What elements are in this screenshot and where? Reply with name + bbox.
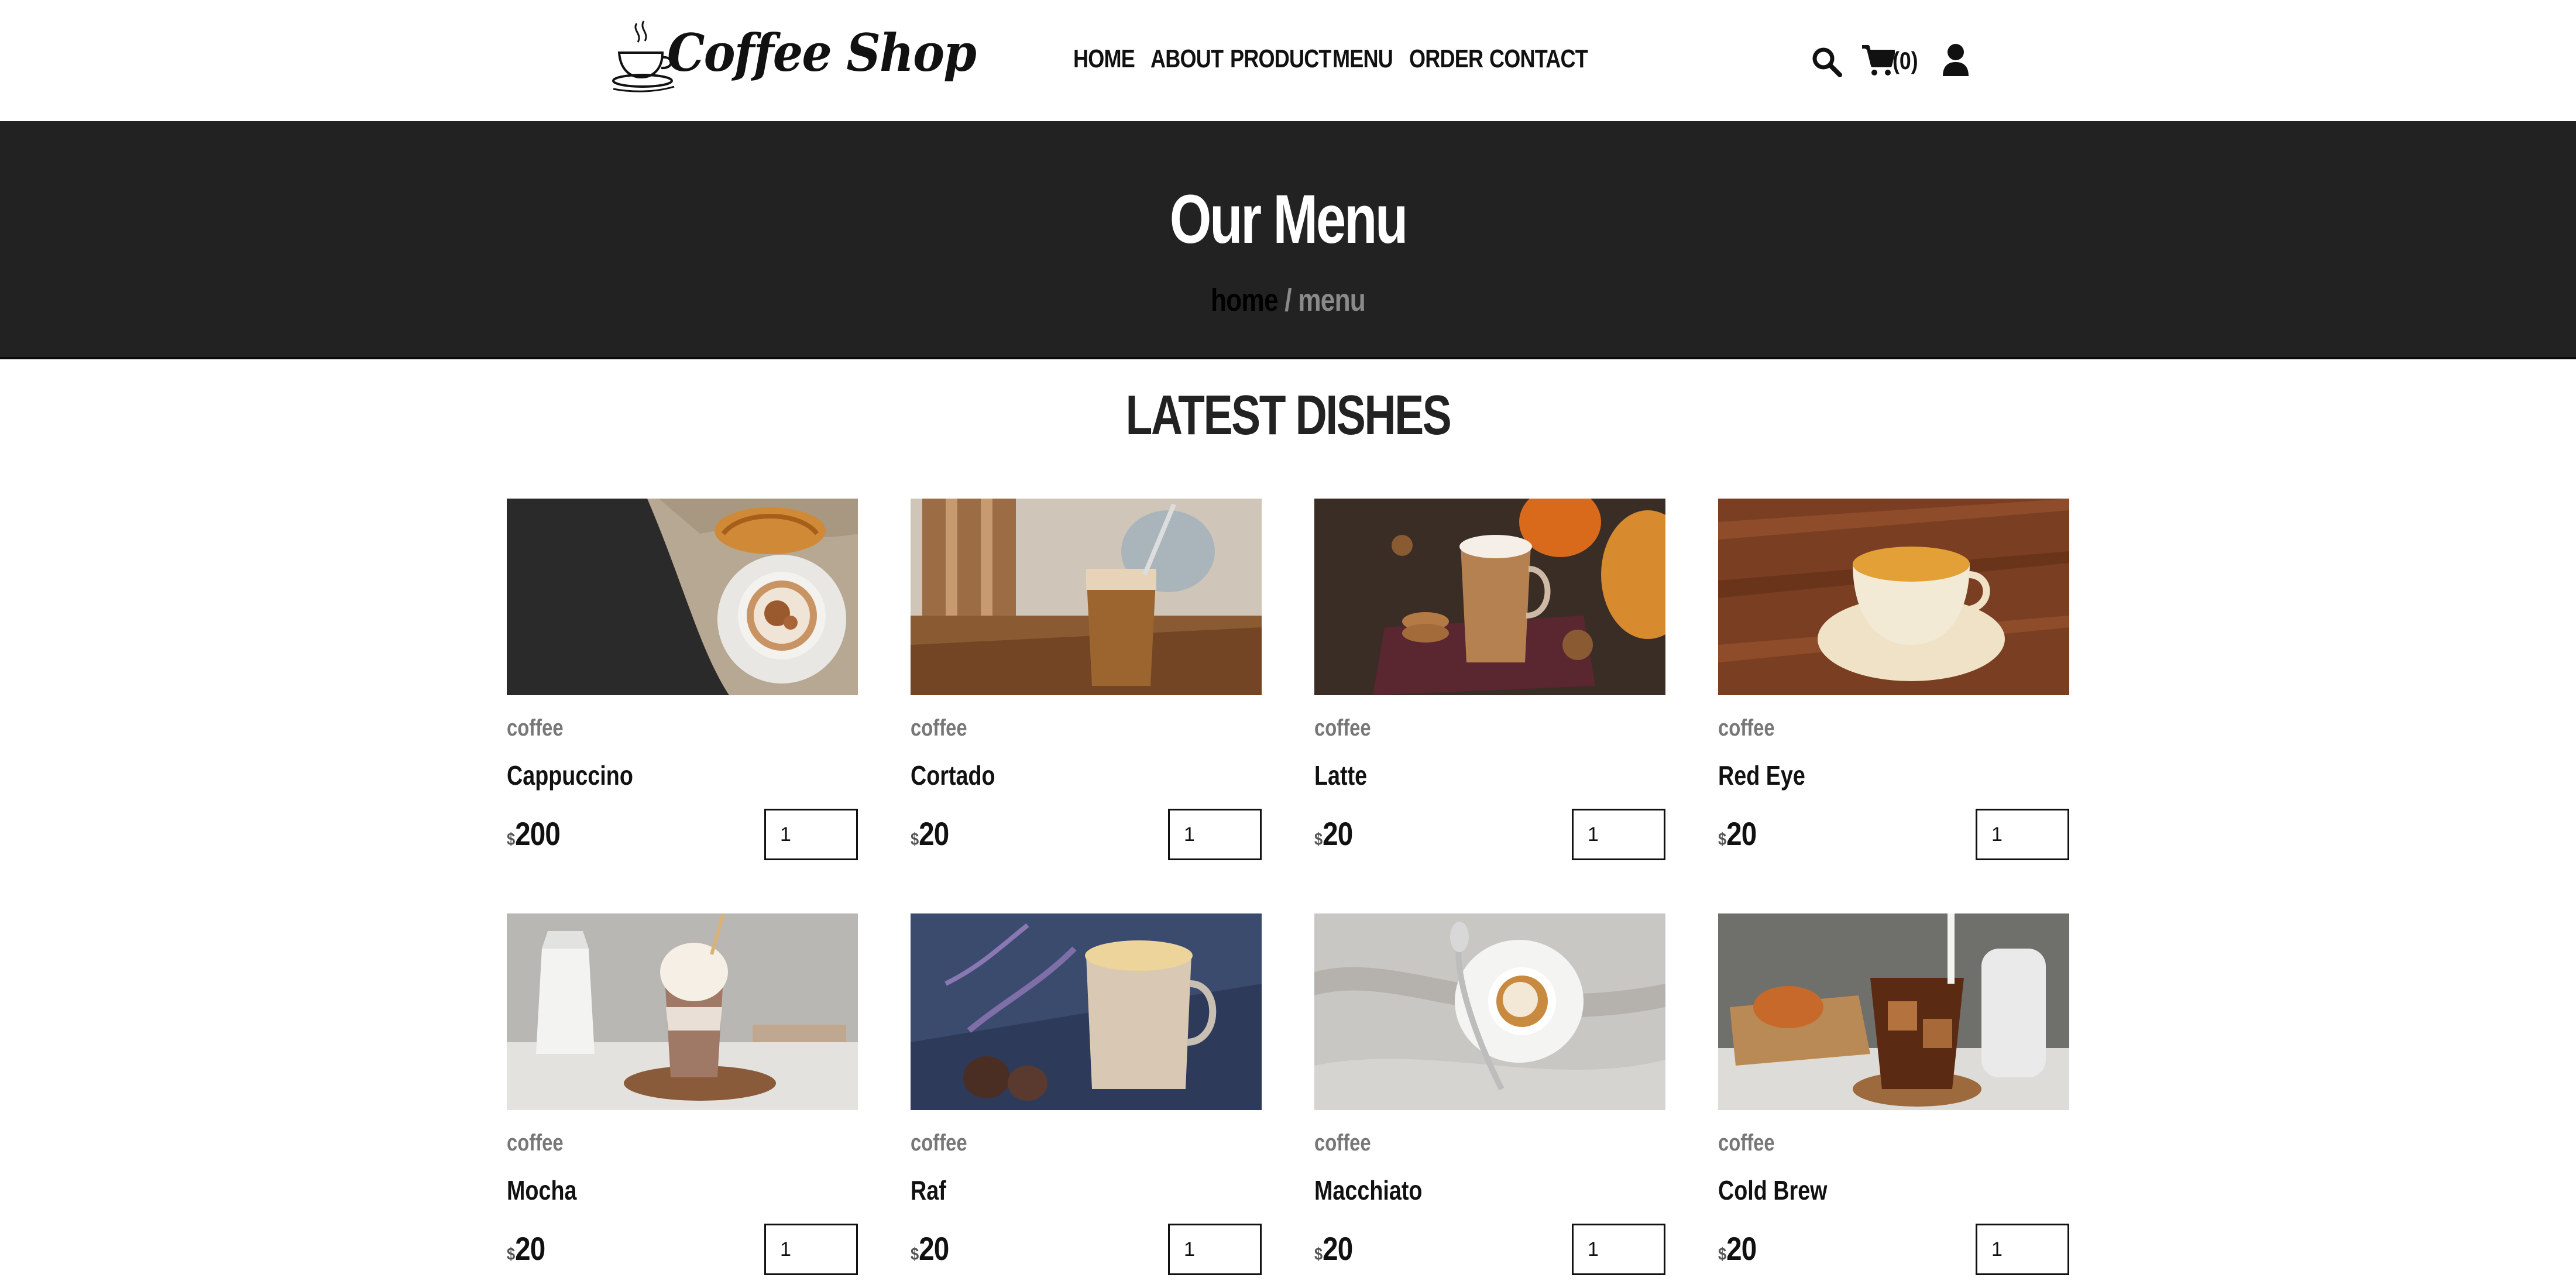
quantity-input[interactable] — [1572, 1224, 1665, 1275]
product-price: $20 — [1718, 815, 1757, 853]
price-currency: $ — [911, 830, 919, 849]
product-name[interactable]: Cappuccino — [507, 760, 633, 791]
price-currency: $ — [911, 1245, 919, 1264]
product-image[interactable] — [911, 913, 1262, 1110]
section-title: LATEST DISHES — [1125, 384, 1452, 446]
breadcrumb-separator: / — [1277, 283, 1299, 318]
product-price: $20 — [911, 815, 949, 853]
product-card: coffee Cold Brew $20 — [1718, 913, 2069, 1288]
product-price: $200 — [507, 815, 561, 853]
price-amount: 20 — [1726, 1230, 1757, 1267]
product-price: $20 — [1314, 1229, 1353, 1268]
price-amount: 20 — [1323, 815, 1353, 852]
page-banner: Our Menu home / menu — [0, 121, 2576, 359]
price-currency: $ — [1314, 1245, 1323, 1264]
nav-order[interactable]: ORDER — [1409, 44, 1483, 74]
page-title: Our Menu — [1169, 181, 1409, 258]
breadcrumb-home-link[interactable]: home — [1211, 283, 1279, 318]
product-card: coffee Mocha $20 — [507, 913, 858, 1288]
product-category: coffee — [1314, 715, 1371, 741]
site-header: Coffee Shop HOME ABOUT PRODUCT MENU ORDE… — [0, 0, 2576, 121]
price-amount: 20 — [1323, 1230, 1353, 1267]
product-card: coffee Latte $20 — [1314, 499, 1665, 873]
product-price: $20 — [911, 1229, 949, 1268]
quantity-input[interactable] — [1168, 1224, 1262, 1275]
product-category: coffee — [911, 715, 967, 741]
breadcrumb-current: menu — [1298, 283, 1366, 318]
quantity-input[interactable] — [764, 1224, 858, 1275]
product-card: coffee Cortado $20 — [911, 499, 1262, 873]
product-category: coffee — [507, 1130, 564, 1156]
logo[interactable]: Coffee Shop — [609, 19, 977, 95]
quantity-input[interactable] — [1976, 1224, 2069, 1275]
quantity-input[interactable] — [1572, 809, 1665, 860]
user-icon[interactable] — [1942, 43, 1970, 77]
product-category: coffee — [1314, 1130, 1371, 1156]
price-currency: $ — [507, 830, 516, 849]
product-image[interactable] — [1718, 913, 2069, 1110]
product-category: coffee — [1718, 1130, 1775, 1156]
product-name[interactable]: Mocha — [507, 1174, 576, 1206]
nav-contact[interactable]: CONTACT — [1489, 44, 1588, 74]
product-card: coffee Macchiato $20 — [1314, 913, 1665, 1288]
product-name[interactable]: Cold Brew — [1718, 1174, 1828, 1206]
product-card: coffee Raf $20 — [911, 913, 1262, 1288]
product-name[interactable]: Latte — [1314, 760, 1367, 791]
product-name[interactable]: Red Eye — [1718, 760, 1805, 791]
price-amount: 20 — [919, 1230, 949, 1267]
price-currency: $ — [1718, 1245, 1727, 1264]
price-currency: $ — [507, 1245, 516, 1264]
quantity-input[interactable] — [1976, 809, 2069, 860]
product-price: $20 — [507, 1229, 545, 1268]
price-currency: $ — [1718, 830, 1727, 849]
price-amount: 20 — [1726, 815, 1757, 852]
product-image[interactable] — [1314, 913, 1665, 1110]
logo-text: Coffee Shop — [667, 22, 977, 83]
cart-icon[interactable] — [1861, 43, 1895, 77]
product-card: coffee Cappuccino $200 — [507, 499, 858, 873]
product-name[interactable]: Raf — [911, 1174, 946, 1206]
price-amount: 200 — [515, 815, 561, 852]
product-price: $20 — [1314, 815, 1353, 853]
product-name[interactable]: Macchiato — [1314, 1174, 1422, 1206]
breadcrumb: home / menu — [232, 282, 2344, 318]
product-image[interactable] — [507, 499, 858, 695]
product-image[interactable] — [1314, 499, 1665, 695]
nav-menu[interactable]: MENU — [1332, 44, 1393, 74]
product-image[interactable] — [1718, 499, 2069, 695]
price-amount: 20 — [919, 815, 949, 852]
price-amount: 20 — [515, 1230, 545, 1267]
cart-count[interactable]: (0) — [1892, 47, 1918, 75]
product-category: coffee — [911, 1130, 967, 1156]
nav-about[interactable]: ABOUT — [1150, 44, 1224, 74]
product-price: $20 — [1718, 1229, 1757, 1268]
nav-product[interactable]: PRODUCT — [1230, 44, 1331, 74]
search-icon[interactable] — [1811, 46, 1843, 78]
quantity-input[interactable] — [1168, 809, 1262, 860]
quantity-input[interactable] — [764, 809, 858, 860]
product-image[interactable] — [911, 499, 1262, 695]
product-name[interactable]: Cortado — [911, 760, 995, 791]
product-card: coffee Red Eye $20 — [1718, 499, 2069, 873]
price-currency: $ — [1314, 830, 1323, 849]
product-image[interactable] — [507, 913, 858, 1110]
product-category: coffee — [1718, 715, 1775, 741]
nav-home[interactable]: HOME — [1073, 44, 1135, 74]
product-category: coffee — [507, 715, 564, 741]
